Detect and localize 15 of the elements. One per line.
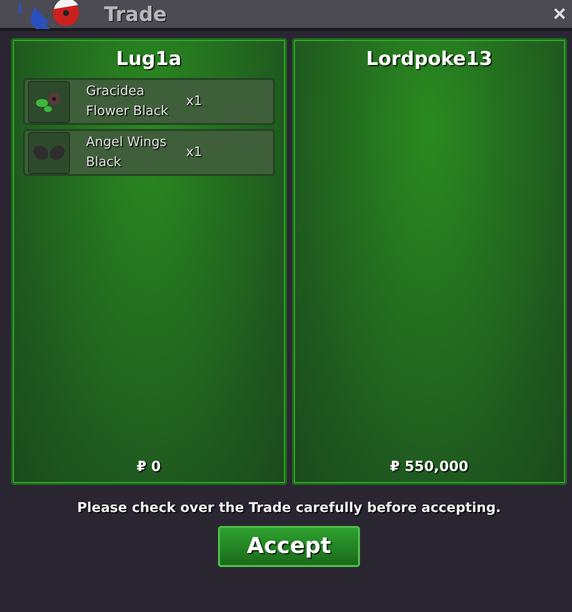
notice-text: Please check over the Trade carefully before accepting. bbox=[77, 500, 501, 516]
player-name: Lordpoke13 bbox=[365, 48, 494, 70]
close-button[interactable]: × bbox=[549, 1, 570, 27]
item-slot[interactable]: Gracidea Flower Black x1 bbox=[23, 78, 274, 125]
item-name: Angel Wings Black bbox=[86, 134, 168, 172]
item-quantity: x1 bbox=[186, 145, 202, 160]
money-amount: ₽ 0 bbox=[136, 459, 162, 475]
item-name: Gracidea Flower Black bbox=[86, 82, 170, 120]
accept-button[interactable]: Accept bbox=[218, 526, 360, 567]
item-quantity: x1 bbox=[186, 94, 202, 109]
player-name: Lug1a bbox=[115, 48, 182, 70]
money-amount: ₽ 550,000 bbox=[389, 459, 470, 475]
wings-icon bbox=[32, 142, 66, 162]
window-title: Trade bbox=[104, 2, 167, 26]
item-slot[interactable]: Angel Wings Black x1 bbox=[23, 129, 274, 176]
